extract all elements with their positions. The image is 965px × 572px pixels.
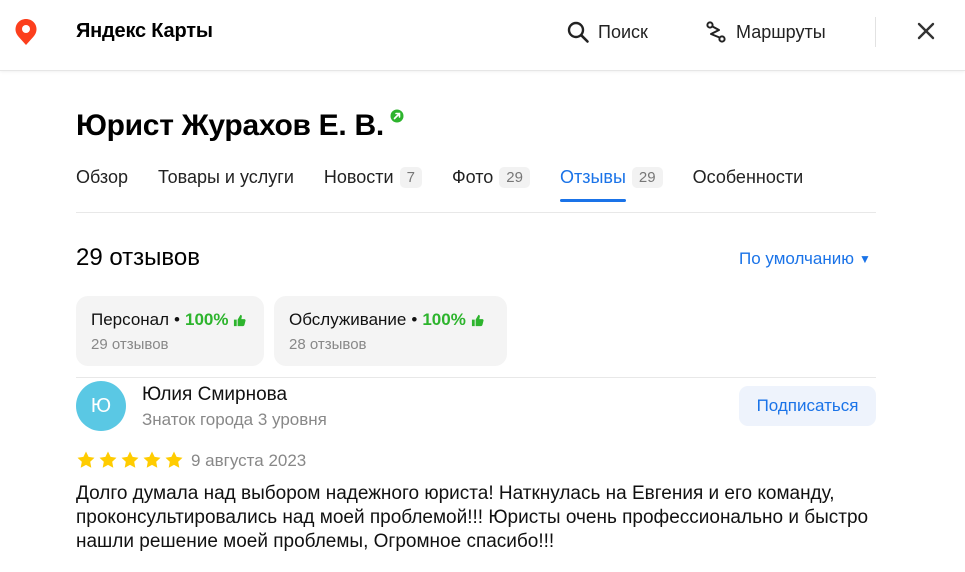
aspect-percent: 100% xyxy=(422,310,466,329)
tab-reviews[interactable]: Отзывы 29 xyxy=(559,164,663,202)
tab-count-badge: 29 xyxy=(499,166,530,188)
review-divider xyxy=(76,377,876,378)
separator-dot: • xyxy=(411,310,418,329)
separator-dot: • xyxy=(174,310,180,329)
tab-count-badge: 29 xyxy=(631,166,663,188)
tab-label: Отзывы xyxy=(559,166,626,187)
star-icon xyxy=(121,451,139,468)
tab-overview[interactable]: Обзор xyxy=(76,164,128,190)
search-button-label: Поиск xyxy=(598,21,648,42)
review-author-level: Знаток города 3 уровня xyxy=(142,410,327,429)
review-text: Долго думала над выбором надежного юрист… xyxy=(76,483,869,552)
star-icon xyxy=(165,451,183,468)
routes-icon xyxy=(706,21,726,43)
star-icon xyxy=(77,451,95,468)
subscribe-button[interactable]: Подписаться xyxy=(739,386,876,426)
tab-goods-services[interactable]: Товары и услуги xyxy=(158,164,294,190)
routes-button-label: Маршруты xyxy=(736,21,826,42)
tab-label: Новости xyxy=(323,166,394,187)
sort-dropdown[interactable]: По умолчанию ▼ xyxy=(739,249,871,269)
thumb-up-icon xyxy=(234,314,247,326)
tabs-divider xyxy=(76,212,876,213)
review-author-name[interactable]: Юлия Смирнова xyxy=(142,384,287,406)
tab-label: Особенности xyxy=(692,166,804,187)
sort-label: По умолчанию xyxy=(739,249,854,268)
close-icon[interactable] xyxy=(914,19,938,43)
star-icon xyxy=(143,451,161,468)
tab-features[interactable]: Особенности xyxy=(693,164,804,190)
toolbar-divider xyxy=(875,17,876,47)
aspect-card-service[interactable]: Обслуживание • 100% 28 отзывов xyxy=(274,296,507,366)
thumb-up-icon xyxy=(471,314,484,326)
review-date: 9 августа 2023 xyxy=(191,451,307,470)
top-bar: Яндекс Карты Поиск Маршруты xyxy=(0,0,965,71)
tab-news[interactable]: Новости 7 xyxy=(324,164,422,190)
active-tab-indicator xyxy=(559,199,626,202)
verified-icon[interactable] xyxy=(390,109,404,123)
tab-bar: Обзор Товары и услуги Новости 7 Фото 29 … xyxy=(76,164,833,202)
org-header: Юрист Журахов Е. В. xyxy=(76,107,404,145)
star-icon xyxy=(99,451,117,468)
search-icon xyxy=(567,21,589,43)
tab-label: Фото xyxy=(451,166,494,187)
triangle-down-icon: ▼ xyxy=(858,252,871,266)
tab-photos[interactable]: Фото 29 xyxy=(452,164,530,190)
page-title: Юрист Журахов Е. В. xyxy=(76,109,384,142)
review-rating xyxy=(76,450,184,470)
tab-count-badge: 7 xyxy=(399,166,422,188)
aspect-count: 29 отзывов xyxy=(91,336,169,353)
tab-label: Товары и услуги xyxy=(158,166,294,187)
search-button[interactable]: Поиск xyxy=(566,18,648,46)
tab-label: Обзор xyxy=(76,166,128,187)
aspect-name: Обслуживание xyxy=(289,310,407,329)
app-title[interactable]: Яндекс Карты xyxy=(76,20,213,43)
aspect-count: 28 отзывов xyxy=(289,336,367,353)
aspect-name: Персонал xyxy=(91,310,170,329)
avatar[interactable]: Ю xyxy=(76,381,126,431)
routes-button[interactable]: Маршруты xyxy=(704,18,826,46)
reviews-count-heading: 29 отзывов xyxy=(76,244,201,271)
aspect-percent: 100% xyxy=(185,310,229,329)
map-pin-icon[interactable] xyxy=(14,18,38,46)
aspect-card-staff[interactable]: Персонал • 100% 29 отзывов xyxy=(76,296,264,366)
